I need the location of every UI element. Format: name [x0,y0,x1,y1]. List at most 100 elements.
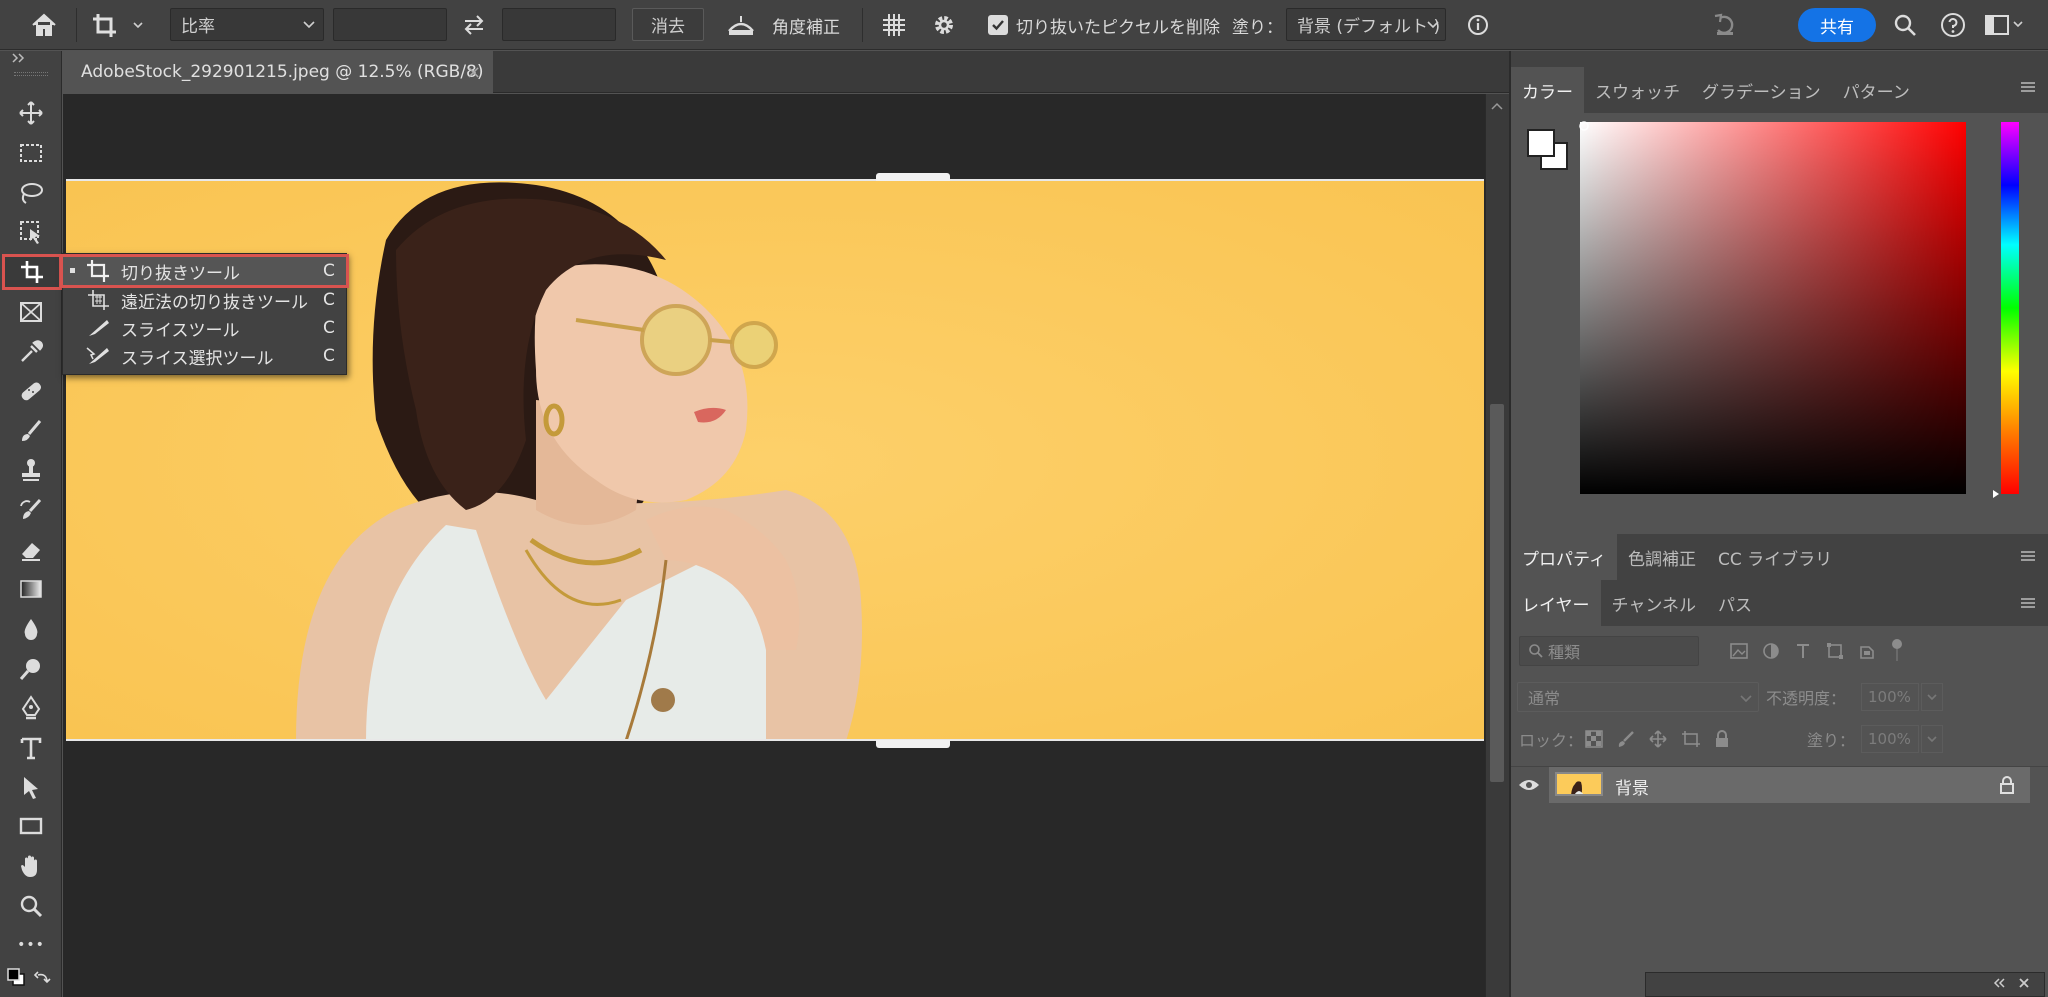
help-icon[interactable] [1938,10,1968,40]
fill-select[interactable]: 背景 (デフォルト ) [1286,8,1446,41]
straighten-label[interactable]: 角度補正 [772,0,840,50]
crop-handle-top[interactable] [876,173,950,181]
vertical-scrollbar[interactable] [1485,94,1509,997]
crop-handle-bottom[interactable] [876,740,950,748]
gear-icon[interactable] [926,9,962,41]
foreground-background-swatch[interactable] [6,967,54,991]
flyout-item-slice[interactable]: スライスツール C [63,314,346,342]
tab-color[interactable]: カラー [1511,67,1584,113]
color-field[interactable] [1579,121,1967,495]
frame-tool-icon[interactable] [10,295,52,329]
flyout-item-label: 遠近法の切り抜きツール [121,292,308,313]
straighten-icon[interactable] [724,11,758,39]
tab-cc-libraries[interactable]: CC ライブラリ [1707,534,1843,580]
filter-toggle-icon[interactable] [1891,638,1903,664]
lasso-tool-icon[interactable] [10,176,52,210]
fill-label: 塗り： [1232,17,1283,38]
panel-menu-icon[interactable] [2020,81,2036,93]
lock-all-icon[interactable] [1714,729,1730,749]
scroll-up-icon[interactable] [1491,102,1503,110]
tab-patterns[interactable]: パターン [1832,67,1921,113]
flyout-item-slice-select[interactable]: スライス選択ツール C [63,342,346,370]
filter-smart-object-icon[interactable] [1858,642,1876,660]
more-tools-icon[interactable]: ••• [10,928,52,962]
fill-dropdown-icon[interactable] [1921,725,1943,753]
lock-position-icon[interactable] [1649,730,1667,748]
lock-artboard-icon[interactable] [1681,730,1701,748]
fg-bg-color-swatch[interactable] [1525,127,1571,173]
filter-type-icon[interactable] [1794,642,1812,660]
flyout-item-perspective-crop[interactable]: 遠近法の切り抜きツール C [63,286,346,314]
panel-menu-icon[interactable] [2020,597,2036,609]
pen-tool-icon[interactable] [10,691,52,725]
hand-tool-icon[interactable] [10,849,52,883]
expand-icon[interactable] [12,53,26,63]
crop-tool-icon[interactable] [2,254,62,290]
dodge-tool-icon[interactable] [10,652,52,686]
flyout-item-crop[interactable]: 切り抜きツール C [60,254,349,288]
zoom-tool-icon[interactable] [10,889,52,923]
delete-cropped-checkbox[interactable] [988,15,1008,35]
workspace-icon[interactable] [1982,10,2026,40]
fill-input[interactable]: 100% [1861,725,1919,753]
tab-adjustments[interactable]: 色調補正 [1617,534,1707,580]
height-input[interactable] [502,8,616,41]
width-input[interactable] [333,8,447,41]
home-icon[interactable] [22,9,66,41]
opacity-input[interactable]: 100% [1861,683,1919,711]
history-brush-tool-icon[interactable] [10,493,52,527]
path-selection-tool-icon[interactable] [10,770,52,804]
eraser-tool-icon[interactable] [10,533,52,567]
lock-paint-icon[interactable] [1617,730,1635,748]
clear-button[interactable]: 消去 [632,8,704,41]
tab-channels[interactable]: チャンネル [1601,580,1708,626]
info-icon[interactable] [1464,11,1492,39]
move-tool-icon[interactable] [10,96,52,130]
tab-properties[interactable]: プロパティ [1511,534,1617,580]
healing-brush-tool-icon[interactable] [10,374,52,408]
close-tab-icon[interactable]: × [466,62,481,83]
blend-mode-select[interactable]: 通常 [1517,682,1759,712]
properties-panel-tabs: プロパティ 色調補正 CC ライブラリ [1511,534,2048,580]
tab-paths[interactable]: パス [1707,580,1763,626]
opacity-label: 不透明度： [1766,689,1847,708]
chevron-down-icon [303,15,315,33]
share-button[interactable]: 共有 [1798,8,1876,42]
search-icon[interactable] [1890,10,1920,40]
filter-adjustment-icon[interactable] [1762,642,1780,660]
blur-tool-icon[interactable] [10,612,52,646]
scroll-thumb[interactable] [1490,404,1504,782]
brush-tool-icon[interactable] [10,414,52,448]
crop-preset-icon[interactable] [88,9,150,41]
lock-transparent-icon[interactable] [1585,730,1603,748]
layer-row[interactable]: 背景 [1549,767,2030,803]
undo-icon[interactable] [1708,10,1742,40]
chevron-down-icon [1427,15,1439,33]
tab-gradients[interactable]: グラデーション [1691,67,1832,113]
close-icon[interactable] [2018,977,2030,989]
filter-shape-icon[interactable] [1826,642,1844,660]
swap-icon[interactable] [458,9,490,41]
grid-overlay-icon[interactable] [876,9,912,41]
visibility-eye-icon[interactable] [1511,767,1547,803]
flyout-item-label: スライス選択ツール [121,348,274,369]
panel-menu-icon[interactable] [2020,550,2036,562]
flyout-item-label: 切り抜きツール [121,263,240,284]
document-tab[interactable]: AdobeStock_292901215.jpeg @ 12.5% (RGB/8… [63,51,493,93]
tab-layers[interactable]: レイヤー [1511,580,1601,626]
clone-stamp-tool-icon[interactable] [10,453,52,487]
layer-filter-select[interactable]: 種類 [1519,636,1699,666]
tab-swatches[interactable]: スウォッチ [1584,67,1691,113]
filter-pixel-icon[interactable] [1729,642,1749,660]
marquee-tool-icon[interactable] [10,136,52,170]
gradient-tool-icon[interactable] [10,572,52,606]
hue-slider[interactable] [1991,121,2021,498]
rectangle-tool-icon[interactable] [10,809,52,843]
ratio-select[interactable]: 比率 [170,8,324,41]
options-bar: 比率 消去 角度補正 切り抜いたピクセルを削除 塗り： 背景 (デフォルト ) … [0,0,2048,50]
collapse-icon[interactable] [1992,976,2006,990]
object-selection-tool-icon[interactable] [10,215,52,249]
eyedropper-tool-icon[interactable] [10,335,52,369]
opacity-dropdown-icon[interactable] [1921,683,1943,711]
type-tool-icon[interactable] [10,731,52,765]
